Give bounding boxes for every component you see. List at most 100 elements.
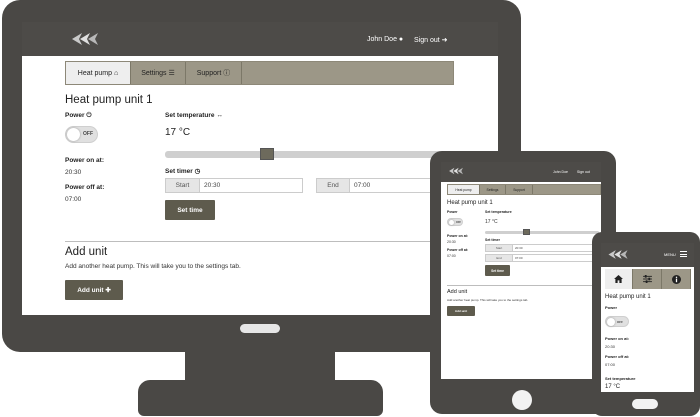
- sliders-icon: ☰: [168, 70, 175, 77]
- add-unit-button[interactable]: Add unit: [447, 306, 475, 316]
- power-on-value: 20:30: [447, 240, 456, 244]
- power-off-value: 07:00: [65, 196, 82, 203]
- unit-title: Heat pump unit 1: [65, 94, 153, 106]
- add-unit-description: Add another heat pump. This will take yo…: [65, 263, 241, 270]
- tab-settings[interactable]: [633, 269, 662, 289]
- set-timer-label: Set timer ◷: [165, 168, 201, 175]
- tab-support-label: Support: [196, 69, 222, 77]
- phone-screen: MENU Heat pump unit 1 Power OFF Power on…: [601, 243, 694, 392]
- user-menu-link[interactable]: John Doe: [553, 170, 568, 174]
- power-off-value: 07:00: [447, 254, 456, 258]
- temperature-value: 17 °C: [165, 127, 191, 138]
- brand-logo-icon[interactable]: [70, 32, 100, 46]
- set-temperature-label: Set temperature: [485, 210, 512, 214]
- power-off-label: Power off at:: [447, 248, 469, 252]
- set-timer-label: Set timer: [485, 238, 500, 242]
- sign-out-icon: ➜: [441, 37, 448, 44]
- clock-icon: ◷: [194, 168, 201, 175]
- end-addon: End: [316, 178, 350, 193]
- plus-icon: ✚: [105, 287, 111, 294]
- section-divider: [447, 285, 601, 286]
- power-on-label: Power on at:: [65, 157, 105, 164]
- unit-title: Heat pump unit 1: [605, 294, 651, 300]
- power-toggle[interactable]: OFF: [447, 218, 463, 226]
- tab-support[interactable]: Support: [506, 185, 533, 194]
- menu-label[interactable]: MENU: [664, 252, 676, 257]
- arrows-horizontal-icon: ↔: [216, 112, 223, 119]
- tab-bar: Heat pump ⌂ Settings ☰ Support ⓘ: [65, 61, 454, 85]
- phone-tab-bar: [605, 269, 691, 289]
- start-time-input[interactable]: 20:30: [512, 244, 599, 252]
- power-toggle[interactable]: OFF: [605, 316, 629, 327]
- unit-title: Heat pump unit 1: [447, 200, 493, 206]
- power-toggle[interactable]: OFF: [65, 126, 98, 143]
- temperature-slider-handle[interactable]: [260, 148, 274, 160]
- start-time-input[interactable]: 20:30: [199, 178, 303, 193]
- power-off-label: Power off at:: [605, 354, 630, 359]
- power-label: Power: [605, 305, 618, 310]
- sliders-icon: [642, 275, 652, 283]
- user-name: John Doe: [367, 36, 397, 43]
- power-on-value: 20:30: [605, 344, 616, 349]
- temperature-value: 17 °C: [605, 384, 621, 390]
- power-off-label: Power off at:: [65, 184, 105, 191]
- toggle-state-label: OFF: [617, 320, 623, 324]
- power-on-label: Power on at:: [447, 234, 469, 238]
- temperature-value: 17 °C: [485, 219, 498, 225]
- tab-settings[interactable]: Settings: [480, 185, 506, 194]
- set-time-button[interactable]: Set time: [485, 265, 510, 276]
- set-temperature-label: Set temperature: [605, 376, 636, 381]
- toggle-state-label: OFF: [456, 221, 461, 224]
- hamburger-menu-icon[interactable]: [680, 251, 687, 257]
- home-icon: [614, 275, 623, 283]
- start-addon: Start: [165, 178, 200, 193]
- temperature-slider[interactable]: [485, 231, 599, 234]
- power-on-value: 20:30: [65, 169, 82, 176]
- monitor-stand: [138, 380, 383, 416]
- user-icon: ●: [398, 36, 404, 43]
- power-icon: ⏻: [86, 112, 92, 119]
- monitor-bezel-sensor: [240, 324, 280, 333]
- end-time-input[interactable]: 07:00: [512, 254, 599, 262]
- sign-out-link[interactable]: Sign out ➜: [414, 36, 448, 44]
- tab-settings[interactable]: Settings ☰: [131, 62, 186, 84]
- add-unit-button[interactable]: Add unit ✚: [65, 280, 123, 300]
- tab-heat-pump-label: Heat pump: [77, 69, 113, 77]
- temperature-slider-handle[interactable]: [523, 229, 530, 235]
- power-label: Power ⏻: [65, 112, 92, 119]
- power-on-label: Power on at:: [605, 336, 630, 341]
- add-unit-title: Add unit: [447, 289, 468, 295]
- brand-logo-icon[interactable]: [607, 249, 629, 260]
- desktop-screen: John Doe ● Sign out ➜ Heat pump ⌂ Settin…: [22, 22, 498, 315]
- tab-heat-pump[interactable]: [605, 269, 633, 289]
- start-addon: Start: [485, 244, 513, 252]
- power-off-value: 07:00: [605, 362, 616, 367]
- add-unit-title: Add unit: [65, 246, 108, 258]
- brand-logo-icon[interactable]: [448, 167, 464, 175]
- toggle-knob: [449, 220, 454, 225]
- power-label: Power: [447, 210, 458, 214]
- temperature-slider[interactable]: [165, 151, 455, 158]
- phone-navbar: MENU: [601, 243, 694, 267]
- tab-support[interactable]: [662, 269, 691, 289]
- tablet-navbar: John Doe Sign out: [441, 162, 601, 182]
- top-navbar: John Doe ● Sign out ➜: [22, 22, 498, 56]
- sign-out-label: Sign out: [414, 37, 440, 44]
- tablet-tab-bar: Heat pump Settings Support: [447, 184, 601, 195]
- toggle-state-label: OFF: [83, 131, 93, 137]
- set-time-button[interactable]: Set time: [165, 200, 215, 220]
- toggle-knob: [607, 318, 615, 326]
- info-icon: ⓘ: [223, 70, 231, 77]
- tab-support[interactable]: Support ⓘ: [186, 62, 242, 84]
- home-icon: ⌂: [113, 69, 119, 77]
- tablet-home-button: [512, 390, 532, 410]
- sign-out-link[interactable]: Sign out: [577, 170, 590, 174]
- phone-home-button: [632, 399, 658, 409]
- tab-heat-pump[interactable]: Heat pump: [448, 185, 480, 194]
- tab-heat-pump[interactable]: Heat pump ⌂: [66, 62, 131, 84]
- set-temperature-label: Set temperature ↔: [165, 112, 223, 119]
- add-unit-description: Add another heat pump. This will take yo…: [447, 298, 529, 302]
- user-menu-link[interactable]: John Doe ●: [367, 36, 403, 43]
- info-icon: [671, 274, 681, 284]
- end-addon: End: [485, 254, 513, 262]
